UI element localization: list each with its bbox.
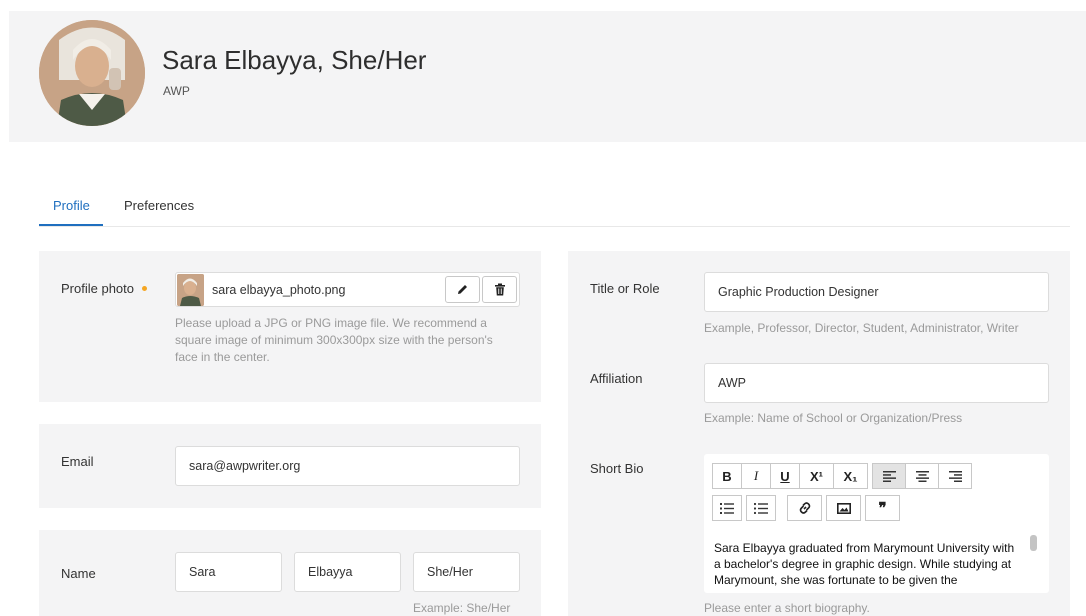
edit-photo-button[interactable] <box>445 276 480 303</box>
active-tab-indicator <box>39 224 103 226</box>
tab-preferences[interactable]: Preferences <box>124 198 194 213</box>
align-center-button[interactable] <box>905 463 939 489</box>
trash-icon <box>494 283 505 296</box>
tab-bar: Profile Preferences <box>39 186 1070 227</box>
details-section: Title or Role Graphic Production Designe… <box>568 251 1070 616</box>
profile-photo-label: Profile photo <box>61 281 147 296</box>
pronouns-field[interactable]: She/Her <box>413 552 520 592</box>
align-left-icon <box>882 470 896 482</box>
insert-image-button[interactable] <box>826 495 861 521</box>
pronouns-hint: Example: She/Her <box>413 601 511 615</box>
subscript-button[interactable]: X₁ <box>833 463 868 489</box>
bio-scrollbar[interactable] <box>1030 535 1037 551</box>
name-label: Name <box>61 566 96 581</box>
avatar <box>39 20 145 126</box>
align-right-button[interactable] <box>938 463 972 489</box>
user-organization: AWP <box>163 84 190 98</box>
underline-button[interactable]: U <box>770 463 800 489</box>
profile-photo-label-text: Profile photo <box>61 281 134 296</box>
email-label: Email <box>61 454 94 469</box>
email-section: Email sara@awpwriter.org <box>39 424 541 508</box>
affiliation-hint: Example: Name of School or Organization/… <box>704 411 963 425</box>
profile-photo-section: Profile photo sara elbayya_photo.png Ple… <box>39 251 541 402</box>
title-role-hint: Example, Professor, Director, Student, A… <box>704 321 1019 335</box>
image-icon <box>836 502 851 514</box>
photo-upload-hint: Please upload a JPG or PNG image file. W… <box>175 316 493 364</box>
user-full-name: Sara Elbayya, She/Her <box>162 45 427 75</box>
affiliation-label: Affiliation <box>590 371 643 386</box>
italic-button[interactable]: I <box>741 463 771 489</box>
required-indicator-icon <box>142 286 147 292</box>
insert-link-button[interactable] <box>787 495 822 521</box>
ordered-list-button[interactable] <box>712 495 742 521</box>
delete-photo-button[interactable] <box>482 276 517 303</box>
ordered-list-icon <box>720 502 734 514</box>
align-center-icon <box>915 470 929 482</box>
blockquote-button[interactable]: ❞ <box>865 495 900 521</box>
short-bio-hint: Please enter a short biography. <box>704 601 870 615</box>
photo-filename: sara elbayya_photo.png <box>212 282 346 297</box>
name-section: Name Sara Elbayya She/Her Example: She/H… <box>39 530 541 616</box>
tab-profile[interactable]: Profile <box>53 198 90 213</box>
bullet-list-button[interactable] <box>746 495 776 521</box>
short-bio-label: Short Bio <box>590 461 644 476</box>
first-name-field[interactable]: Sara <box>175 552 282 592</box>
short-bio-text[interactable]: Sara Elbayya graduated from Marymount Un… <box>704 536 1024 592</box>
bullet-list-icon <box>754 502 768 514</box>
link-icon <box>799 502 810 514</box>
pencil-icon <box>458 285 467 294</box>
title-role-field[interactable]: Graphic Production Designer <box>704 272 1049 312</box>
align-right-icon <box>948 470 962 482</box>
photo-thumbnail <box>177 274 204 306</box>
superscript-button[interactable]: X¹ <box>799 463 834 489</box>
profile-header: Sara Elbayya, She/Her AWP <box>9 11 1086 142</box>
title-role-label: Title or Role <box>590 281 660 296</box>
affiliation-field[interactable]: AWP <box>704 363 1049 403</box>
last-name-field[interactable]: Elbayya <box>294 552 401 592</box>
email-field[interactable]: sara@awpwriter.org <box>175 446 520 486</box>
bold-button[interactable]: B <box>712 463 742 489</box>
short-bio-editor: B I U X¹ X₁ ❞ Sara Elbayya graduated fro… <box>704 454 1049 593</box>
align-left-button[interactable] <box>872 463 906 489</box>
